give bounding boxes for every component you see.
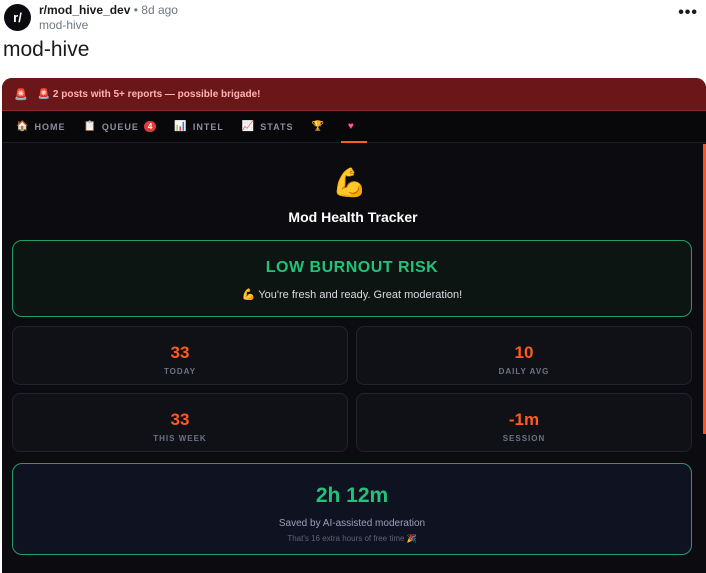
stat-label: THIS WEEK: [153, 434, 207, 443]
post-title: mod-hive: [3, 38, 90, 61]
time-saved-value: 2h 12m: [315, 484, 389, 507]
stat-value: 33: [170, 410, 190, 429]
more-options-icon[interactable]: •••: [678, 4, 698, 22]
trend-chart-icon: 📈: [241, 121, 256, 132]
brigade-alert-banner[interactable]: 🚨 🚨 2 posts with 5+ reports — possible b…: [2, 78, 706, 111]
stat-value: -1m: [508, 410, 540, 429]
trophy-icon: 🏆: [311, 121, 325, 132]
stat-value: 10: [514, 343, 534, 362]
tab-leaderboard[interactable]: 🏆: [302, 111, 338, 143]
heart-icon: ♥: [347, 121, 355, 132]
post-meta: r/mod_hive_dev • 8d ago: [39, 3, 178, 17]
meta-separator: •: [133, 3, 138, 17]
house-icon: 🏠: [16, 121, 30, 132]
post-header: r/ r/mod_hive_dev • 8d ago mod-hive ••• …: [0, 0, 706, 76]
burnout-risk-card: LOW BURNOUT RISK 💪 You're fresh and read…: [12, 240, 692, 317]
time-saved-note: That's 16 extra hours of free time 🎉: [287, 534, 417, 543]
tab-label: QUEUE: [101, 121, 139, 132]
subreddit-link[interactable]: r/mod_hive_dev: [39, 3, 130, 17]
stat-value: 33: [170, 343, 190, 362]
stat-today: 33 TODAY: [12, 326, 348, 385]
tab-intel[interactable]: 📊 INTEL: [165, 111, 232, 143]
tab-health[interactable]: ♥: [339, 111, 369, 143]
clipboard-icon: 📋: [83, 121, 97, 132]
stat-label: DAILY AVG: [498, 367, 550, 376]
tab-label: INTEL: [192, 121, 224, 132]
time-saved-label: Saved by AI-assisted moderation: [278, 518, 426, 529]
flexed-biceps-icon: 💪: [332, 167, 367, 198]
tab-label: STATS: [260, 121, 294, 132]
stat-daily-avg: 10 DAILY AVG: [356, 326, 692, 385]
post-author[interactable]: mod-hive: [39, 18, 88, 32]
mod-hive-app: 🚨 🚨 2 posts with 5+ reports — possible b…: [2, 78, 706, 573]
post-age: 8d ago: [141, 3, 178, 17]
tab-label: HOME: [34, 121, 66, 132]
burnout-risk-message: 💪 You're fresh and ready. Great moderati…: [241, 289, 463, 301]
burnout-risk-title: LOW BURNOUT RISK: [265, 259, 439, 276]
subreddit-avatar[interactable]: r/: [4, 4, 31, 31]
time-saved-card: 2h 12m Saved by AI-assisted moderation T…: [12, 463, 692, 555]
health-title: Mod Health Tracker: [288, 209, 418, 225]
queue-count-badge: 4: [143, 121, 157, 132]
stat-label: SESSION: [502, 434, 546, 443]
tab-stats[interactable]: 📈 STATS: [233, 111, 303, 143]
tab-bar: 🏠 HOME 📋 QUEUE 4 📊 INTEL 📈 STATS 🏆 ♥: [2, 111, 706, 143]
bar-chart-icon: 📊: [174, 121, 188, 132]
tab-home[interactable]: 🏠 HOME: [7, 111, 74, 143]
tab-queue[interactable]: 📋 QUEUE 4: [74, 111, 165, 143]
stat-label: TODAY: [163, 367, 197, 376]
stat-this-week: 33 THIS WEEK: [12, 393, 348, 452]
siren-icon: 🚨: [14, 88, 28, 101]
stat-session: -1m SESSION: [356, 393, 692, 452]
alert-text: 🚨 2 posts with 5+ reports — possible bri…: [37, 88, 261, 100]
